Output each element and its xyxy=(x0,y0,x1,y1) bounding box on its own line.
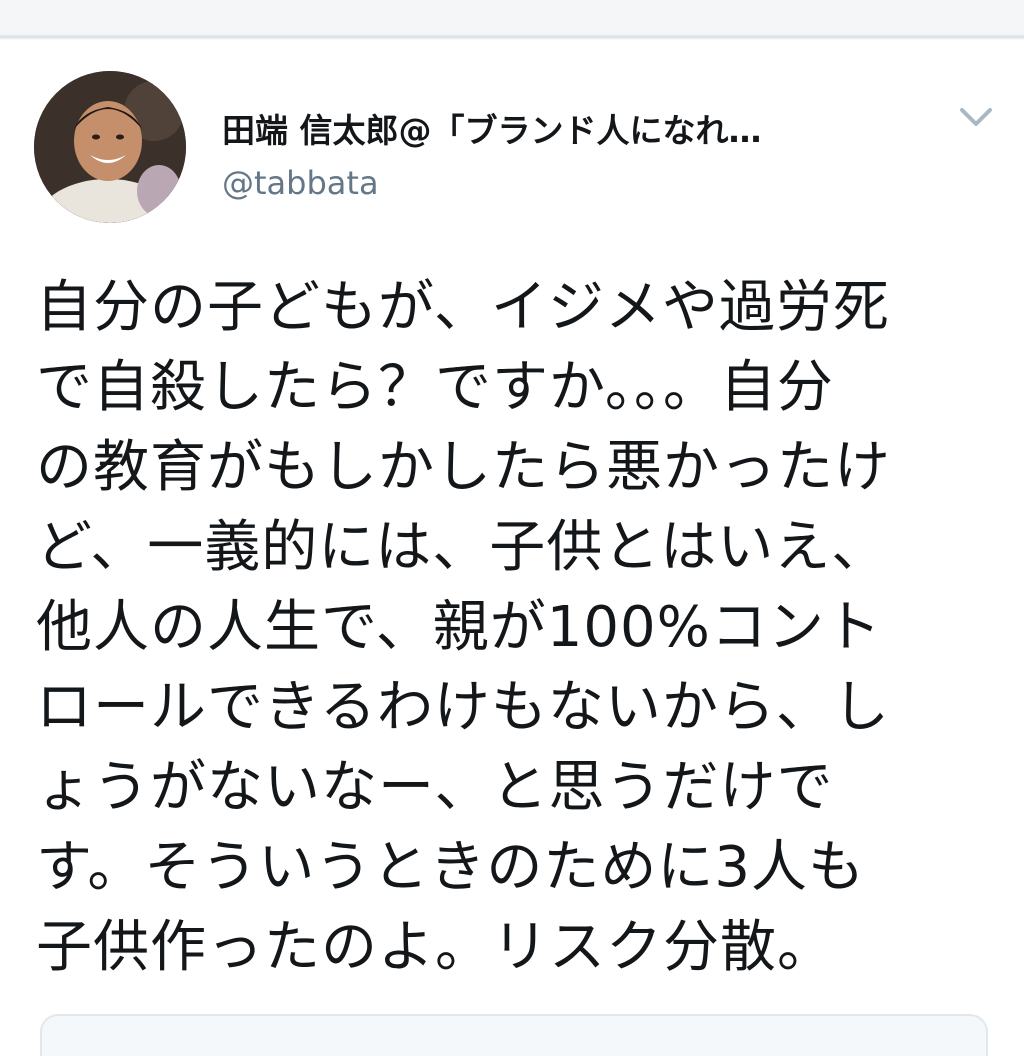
tweet-text-line: の教育がもしかしたら悪かったけ xyxy=(36,435,891,500)
tweet-card[interactable]: 田端 信太郎@「ブランド人になれ… @tabbata 自分の子どもが、イジメや過… xyxy=(0,40,1024,1056)
chevron-down-icon[interactable] xyxy=(956,102,996,134)
tweet-text-line: で自殺したら？ですか。。。自分 xyxy=(36,355,834,420)
top-divider xyxy=(0,0,1024,40)
tweet-text-line: 自分の子どもが、イジメや過労死 xyxy=(36,275,890,340)
embedded-card-edge[interactable] xyxy=(40,1014,988,1056)
avatar[interactable] xyxy=(34,71,186,223)
tweet-text: 自分の子どもが、イジメや過労死 で自殺したら？ですか。。。自分 の教育がもしかし… xyxy=(36,268,996,988)
tweet-text-line: ど、一義的には、子供とはいえ、 xyxy=(36,515,889,580)
tweet-text-line: 他人の人生で、親が100%コント xyxy=(36,595,882,660)
user-handle[interactable]: @tabbata xyxy=(222,164,379,202)
tweet-text-line: ロールできるわけもないから、し xyxy=(36,675,890,740)
avatar-image xyxy=(34,71,186,223)
display-name[interactable]: 田端 信太郎@「ブランド人になれ… xyxy=(222,104,762,152)
tweet-text-line: す。そういうときのために3人も xyxy=(36,835,866,900)
tweet-text-line: 子供作ったのよ。リスク分散。 xyxy=(36,915,834,980)
tweet-text-line: ょうがないなー、と思うだけで xyxy=(36,755,834,820)
